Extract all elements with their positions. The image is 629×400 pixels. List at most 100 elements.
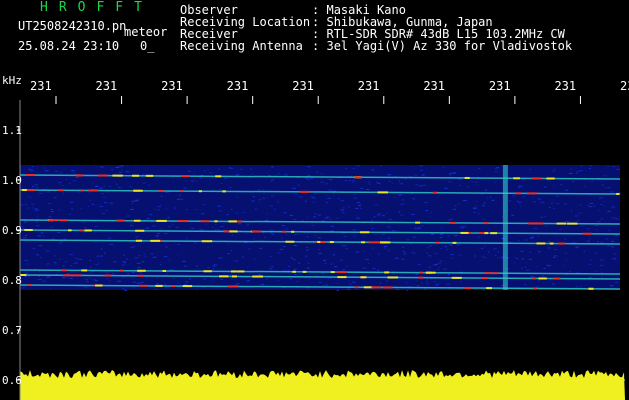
noise-speck	[419, 165, 422, 167]
noise-speck	[70, 265, 73, 267]
noise-speck	[471, 181, 474, 183]
carrier-hotspot	[89, 189, 99, 192]
noise-speck	[529, 258, 532, 260]
noise-speck	[400, 203, 405, 205]
carrier-hotspot	[137, 274, 144, 277]
noise-speck	[307, 262, 310, 264]
noise-speck	[276, 201, 280, 203]
noise-speck	[588, 263, 592, 265]
carrier-hotspot	[291, 230, 295, 233]
noise-speck	[128, 186, 133, 188]
noise-speck	[101, 212, 105, 214]
noise-speck	[253, 238, 255, 240]
noise-speck	[424, 201, 428, 203]
noise-speck	[328, 218, 332, 220]
noise-speck	[111, 273, 115, 275]
noise-speck	[529, 237, 533, 239]
noise-speck	[163, 256, 168, 258]
noise-speck	[218, 210, 223, 212]
noise-speck	[516, 200, 519, 202]
noise-speck	[242, 211, 245, 213]
noise-speck	[205, 224, 208, 226]
noise-speck	[270, 232, 272, 234]
noise-speck	[49, 288, 51, 290]
noise-speck	[91, 203, 95, 205]
noise-speck	[109, 244, 114, 246]
noise-speck	[306, 267, 310, 269]
noise-speck	[165, 246, 168, 248]
noise-speck	[447, 235, 449, 237]
noise-speck	[614, 218, 619, 220]
noise-speck	[61, 277, 66, 279]
noise-speck	[183, 265, 188, 267]
carrier-hotspot	[97, 174, 108, 177]
noise-speck	[456, 244, 460, 246]
noise-speck	[449, 244, 453, 246]
noise-speck	[305, 177, 308, 179]
meta-value-antenna: : 3el Yagi(V) Az 330 for Vladivostok	[312, 40, 572, 52]
noise-speck	[421, 165, 424, 167]
noise-speck	[579, 285, 582, 287]
noise-speck	[320, 181, 325, 183]
noise-speck	[333, 266, 338, 268]
noise-speck	[293, 268, 297, 270]
noise-speck	[382, 233, 386, 235]
carrier-hotspot	[329, 241, 334, 244]
noise-speck	[42, 235, 44, 237]
time-tick-label: 231	[423, 79, 445, 93]
noise-speck	[371, 220, 373, 222]
noise-speck	[279, 248, 284, 250]
noise-speck	[336, 289, 339, 291]
noise-speck	[348, 206, 350, 208]
noise-speck	[327, 197, 331, 199]
noise-speck	[88, 192, 91, 194]
app-title: HROFFT	[40, 0, 153, 15]
noise-speck	[81, 221, 86, 223]
noise-speck	[603, 206, 605, 208]
noise-speck	[578, 212, 581, 214]
noise-speck	[540, 202, 545, 204]
noise-speck	[207, 247, 209, 249]
noise-speck	[604, 187, 607, 189]
carrier-hotspot	[26, 189, 36, 192]
noise-speck	[252, 196, 255, 198]
noise-speck	[191, 180, 195, 182]
noise-speck	[23, 221, 27, 223]
carrier-hotspot	[292, 270, 296, 273]
carrier-hotspot	[95, 284, 103, 287]
noise-speck	[191, 227, 194, 229]
noise-speck	[482, 218, 486, 220]
noise-speck	[564, 252, 568, 254]
noise-speck	[330, 263, 333, 265]
noise-speck	[551, 170, 555, 172]
noise-speck	[406, 282, 408, 284]
noise-speck	[419, 185, 423, 187]
noise-speck	[34, 184, 38, 186]
noise-speck	[199, 228, 202, 230]
noise-speck	[124, 289, 128, 291]
noise-speck	[131, 200, 136, 202]
noise-speck	[530, 276, 534, 278]
noise-speck	[297, 262, 301, 264]
noise-speck	[75, 177, 79, 179]
noise-speck	[615, 281, 618, 283]
noise-speck	[320, 173, 323, 175]
noise-speck	[89, 200, 91, 202]
noise-speck	[164, 283, 167, 285]
noise-speck	[398, 180, 400, 182]
noise-speck	[247, 266, 249, 268]
noise-speck	[258, 247, 263, 249]
noise-speck	[320, 272, 325, 274]
noise-speck	[474, 181, 478, 183]
noise-speck	[108, 237, 111, 239]
noise-speck	[103, 185, 105, 187]
noise-speck	[579, 204, 582, 206]
noise-speck	[64, 261, 68, 263]
noise-speck	[31, 166, 34, 168]
noise-speck	[26, 263, 29, 265]
noise-speck	[547, 265, 552, 267]
noise-speck	[306, 216, 308, 218]
noise-speck	[22, 287, 26, 289]
noise-speck	[601, 271, 603, 273]
noise-speck	[611, 246, 615, 248]
